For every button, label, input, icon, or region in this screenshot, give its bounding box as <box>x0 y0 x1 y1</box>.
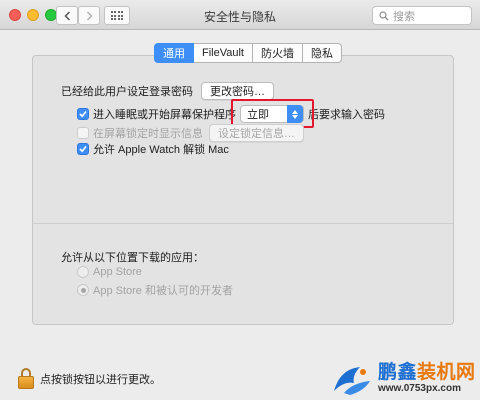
tab-filevault[interactable]: FileVault <box>194 43 253 63</box>
radio-identified-label: App Store 和被认可的开发者 <box>93 285 233 297</box>
downloads-heading: 允许从以下位置下载的应用： <box>61 252 204 264</box>
radio-app-store-row: App Store <box>77 266 142 278</box>
show-message-label: 在屏幕锁定时显示信息 <box>93 128 203 140</box>
change-password-button[interactable]: 更改密码… <box>201 82 274 100</box>
require-password-suffix: 后要求输入密码 <box>308 109 385 121</box>
radio-app-store-label: App Store <box>93 266 142 278</box>
tab-general[interactable]: 通用 <box>154 43 194 63</box>
watermark-brand: 鹏鑫装机网 <box>378 362 476 383</box>
require-password-label: 进入睡眠或开始屏幕保护程序 <box>93 109 236 121</box>
tab-privacy[interactable]: 隐私 <box>302 43 342 63</box>
search-field[interactable]: 搜索 <box>372 6 472 25</box>
show-message-row: 在屏幕锁定时显示信息 设定锁定信息… <box>77 124 304 142</box>
brand-logo-icon <box>330 361 374 397</box>
title-bar: 安全性与隐私 搜索 <box>0 0 480 30</box>
password-label: 已经给此用户设定登录密码 <box>61 86 193 98</box>
password-row: 已经给此用户设定登录密码 更改密码… <box>61 82 274 100</box>
require-password-checkbox[interactable] <box>77 108 89 120</box>
downloads-heading-row: 允许从以下位置下载的应用： <box>61 249 204 265</box>
radio-app-store-identified[interactable] <box>77 284 89 296</box>
watermark-brand-orange: 装机网 <box>417 362 476 383</box>
lock-row: 点按锁按钮以进行更改。 <box>18 368 161 389</box>
lock-text: 点按锁按钮以进行更改。 <box>40 373 161 386</box>
radio-identified-row: App Store 和被认可的开发者 <box>77 282 233 298</box>
lock-icon[interactable] <box>18 368 34 389</box>
search-placeholder: 搜索 <box>393 10 415 23</box>
watermark-url: www.0753px.com <box>378 383 461 394</box>
require-password-row: 进入睡眠或开始屏幕保护程序 立即 后要求输入密码 <box>77 99 385 128</box>
checkmark-icon <box>79 110 87 118</box>
tab-firewall[interactable]: 防火墙 <box>252 43 303 63</box>
general-panel: 已经给此用户设定登录密码 更改密码… 进入睡眠或开始屏幕保护程序 立即 后要求输… <box>32 55 454 325</box>
watermark-logo: 鹏鑫装机网 www.0753px.com <box>330 357 480 400</box>
radio-app-store[interactable] <box>77 266 89 278</box>
search-icon <box>379 10 389 20</box>
set-lock-message-button[interactable]: 设定锁定信息… <box>209 124 304 142</box>
watermark-text: 鹏鑫装机网 www.0753px.com <box>378 362 476 395</box>
select-value: 立即 <box>247 109 269 121</box>
tab-bar: 通用 FileVault 防火墙 隐私 <box>154 43 342 63</box>
show-message-checkbox[interactable] <box>77 127 89 139</box>
watch-unlock-row: 允许 Apple Watch 解锁 Mac <box>77 141 229 157</box>
watch-unlock-label: 允许 Apple Watch 解锁 Mac <box>93 144 229 156</box>
updown-arrows-icon <box>287 105 303 123</box>
watermark-brand-blue: 鹏鑫 <box>378 362 418 383</box>
require-password-select[interactable]: 立即 <box>240 105 304 123</box>
divider <box>33 223 453 224</box>
require-password-select-wrap: 立即 <box>231 99 314 128</box>
checkmark-icon <box>79 145 87 153</box>
watch-unlock-checkbox[interactable] <box>77 143 89 155</box>
